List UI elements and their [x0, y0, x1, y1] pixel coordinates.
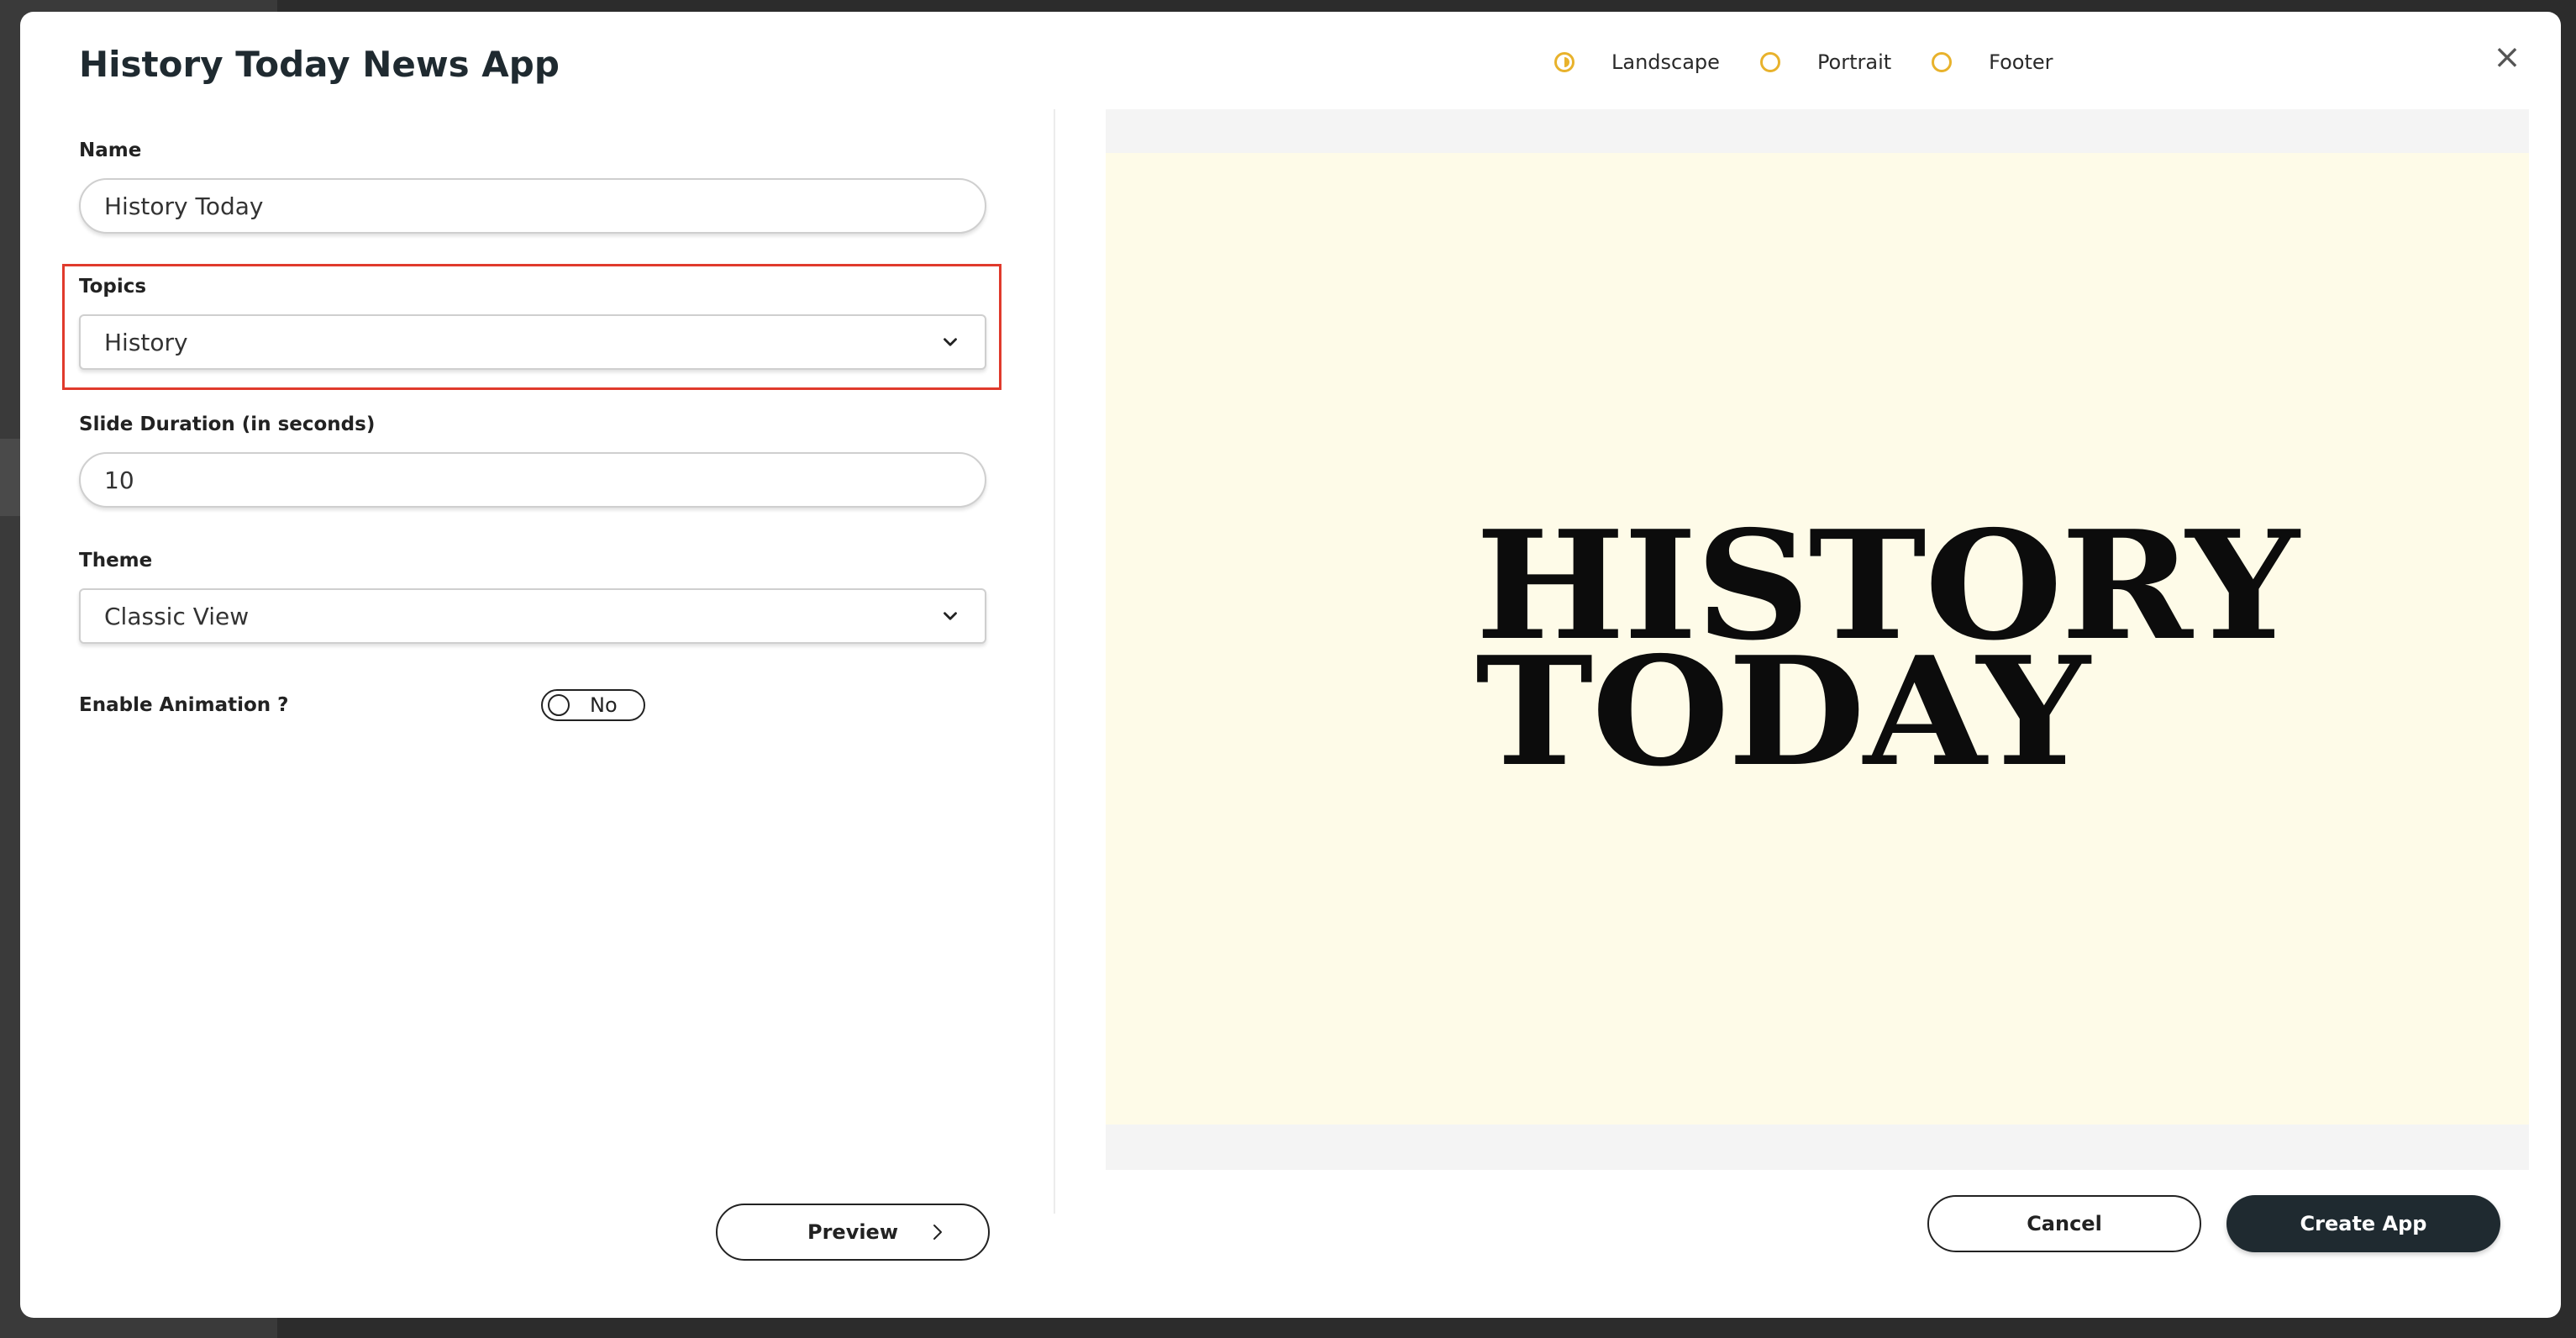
- orientation-label: Landscape: [1611, 50, 1720, 74]
- chevron-down-icon: [944, 338, 957, 346]
- modal-title: History Today News App: [79, 44, 560, 85]
- animation-toggle[interactable]: No: [541, 689, 645, 721]
- close-icon[interactable]: ×: [2490, 40, 2524, 74]
- enable-animation-label: Enable Animation ?: [79, 694, 289, 716]
- chevron-down-icon: [944, 612, 957, 620]
- orientation-label: Footer: [1989, 50, 2053, 74]
- preview-slide: HISTORY TODAY: [1106, 153, 2529, 1125]
- preview-panel: HISTORY TODAY: [1106, 109, 2529, 1170]
- toggle-knob: [548, 694, 570, 716]
- orientation-footer[interactable]: Footer: [1932, 50, 2053, 74]
- preview-headline: HISTORY TODAY: [1475, 511, 2300, 787]
- name-input[interactable]: [79, 178, 986, 234]
- name-label: Name: [79, 140, 142, 161]
- slide-duration-input[interactable]: [79, 452, 986, 508]
- orientation-landscape[interactable]: Landscape: [1554, 50, 1720, 74]
- radio-unchecked-icon[interactable]: [1932, 52, 1953, 72]
- create-app-modal: History Today News App Landscape Portrai…: [20, 12, 2561, 1318]
- orientation-options: Landscape Portrait Footer: [1554, 50, 2094, 74]
- background-right-edge: [2559, 0, 2576, 1338]
- create-app-button[interactable]: Create App: [2226, 1195, 2500, 1252]
- theme-selected-value: Classic View: [104, 602, 250, 630]
- cancel-button[interactable]: Cancel: [1927, 1195, 2201, 1252]
- topics-selected-value: History: [104, 328, 188, 356]
- topics-label: Topics: [79, 276, 147, 298]
- theme-select[interactable]: Classic View: [79, 588, 986, 644]
- orientation-label: Portrait: [1816, 50, 1892, 74]
- chevron-right-icon: [933, 1225, 942, 1240]
- column-divider: [1054, 109, 1055, 1214]
- radio-checked-icon[interactable]: [1554, 52, 1575, 72]
- theme-label: Theme: [79, 550, 153, 572]
- topics-select[interactable]: History: [79, 314, 986, 370]
- orientation-portrait[interactable]: Portrait: [1759, 50, 1892, 74]
- preview-button[interactable]: Preview: [716, 1204, 990, 1261]
- preview-button-label: Preview: [807, 1220, 899, 1244]
- radio-unchecked-icon[interactable]: [1759, 52, 1780, 72]
- animation-toggle-state: No: [590, 693, 618, 717]
- slide-duration-label: Slide Duration (in seconds): [79, 414, 376, 435]
